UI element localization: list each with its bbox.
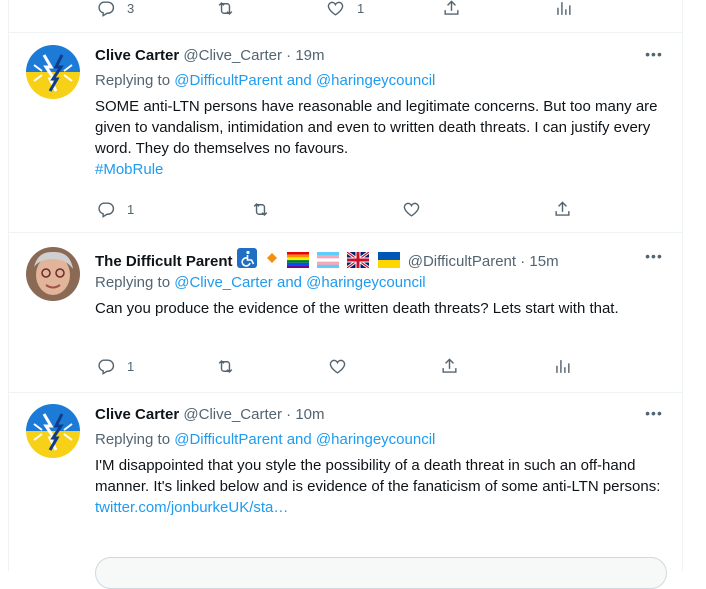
share-icon <box>442 357 457 373</box>
reply-count: 3 <box>127 0 135 16</box>
avatar[interactable] <box>26 247 80 301</box>
user-handle[interactable]: @DifficultParent <box>408 253 516 270</box>
reply-button[interactable]: 1 <box>96 198 134 220</box>
reply-count: 1 <box>127 358 135 374</box>
share-icon <box>444 0 459 15</box>
tweet-text-content: SOME anti-LTN persons have reasonable an… <box>95 98 658 157</box>
like-button[interactable] <box>328 355 347 377</box>
analytics-button[interactable] <box>554 0 573 19</box>
replying-to-link[interactable]: @DifficultParent and @haringeycouncil <box>174 72 435 89</box>
reply-button[interactable]: 1 <box>96 355 134 377</box>
tweet-header: Clive Carter @Clive_Carter · 10m <box>95 406 325 423</box>
retweet-button[interactable] <box>251 198 270 220</box>
heart-icon <box>327 1 344 16</box>
retweet-icon <box>218 1 233 15</box>
tweet-text: SOME anti-LTN persons have reasonable an… <box>95 96 665 180</box>
tweet-header: The Difficult Parent @DifficultParent · … <box>95 248 559 272</box>
orange-diamond-icon <box>266 253 277 263</box>
display-name[interactable]: Clive Carter <box>95 406 179 423</box>
divider <box>8 32 683 33</box>
hashtag-link[interactable]: #MobRule <box>95 161 163 178</box>
replying-to: Replying to @Clive_Carter and @haringeyc… <box>95 273 426 293</box>
divider <box>8 392 683 393</box>
reply-icon <box>98 201 115 218</box>
user-handle[interactable]: @Clive_Carter <box>183 406 282 423</box>
reply-icon <box>98 358 115 375</box>
retweet-icon <box>218 359 233 373</box>
tweet-text: Can you produce the evidence of the writ… <box>95 298 665 319</box>
like-button[interactable] <box>402 198 421 220</box>
more-options-icon[interactable]: ••• <box>640 248 668 268</box>
timestamp[interactable]: 15m <box>529 253 558 270</box>
tweet-text: I'M disappointed that you style the poss… <box>95 455 665 518</box>
tweet-text-content: I'M disappointed that you style the poss… <box>95 457 661 495</box>
reply-icon <box>98 0 115 17</box>
tweet-header: Clive Carter @Clive_Carter · 19m <box>95 47 325 64</box>
replying-to: Replying to @DifficultParent and @haring… <box>95 430 435 450</box>
heart-icon <box>403 202 420 217</box>
share-button[interactable] <box>440 355 459 377</box>
analytics-icon <box>557 1 571 15</box>
replying-to-link[interactable]: @DifficultParent and @haringeycouncil <box>174 431 435 448</box>
tweet-url-link[interactable]: twitter.com/jonburkeUK/sta… <box>95 499 288 516</box>
reply-count: 1 <box>127 201 135 217</box>
like-button[interactable]: 1 <box>326 0 364 19</box>
retweet-icon <box>253 202 268 216</box>
display-name[interactable]: The Difficult Parent <box>95 253 233 270</box>
profile-badges <box>236 248 408 270</box>
display-name[interactable]: Clive Carter <box>95 47 179 64</box>
ukraine-lightning-avatar-icon <box>26 404 80 458</box>
analytics-icon <box>556 359 570 373</box>
replying-to: Replying to @DifficultParent and @haring… <box>95 71 435 91</box>
ukraine-flag-icon <box>377 252 400 268</box>
replying-to-label: Replying to <box>95 72 171 89</box>
replying-to-link[interactable]: @Clive_Carter and @haringeycouncil <box>174 274 425 291</box>
share-icon <box>555 200 570 216</box>
divider <box>8 232 683 233</box>
replying-to-label: Replying to <box>95 431 171 448</box>
uk-flag-icon <box>347 252 370 268</box>
share-button[interactable] <box>442 0 461 19</box>
tweet-text-content: Can you produce the evidence of the writ… <box>95 300 619 317</box>
like-count: 1 <box>357 0 365 16</box>
retweet-button[interactable] <box>216 0 235 19</box>
reply-button[interactable]: 3 <box>96 0 134 19</box>
replying-to-label: Replying to <box>95 274 171 291</box>
transgender-flag-icon <box>317 252 340 268</box>
timestamp[interactable]: 19m <box>295 47 324 64</box>
user-handle[interactable]: @Clive_Carter <box>183 47 282 64</box>
avatar[interactable] <box>26 404 80 458</box>
timestamp[interactable]: 10m <box>295 406 324 423</box>
ukraine-lightning-avatar-icon <box>26 45 80 99</box>
more-options-icon[interactable]: ••• <box>640 405 668 425</box>
avatar[interactable] <box>26 45 80 99</box>
more-options-icon[interactable]: ••• <box>640 46 668 66</box>
rainbow-flag-icon <box>287 252 310 268</box>
share-button[interactable] <box>553 198 572 220</box>
person-photo-avatar-icon <box>26 247 80 301</box>
link-card-preview[interactable] <box>95 557 667 589</box>
analytics-button[interactable] <box>553 355 572 377</box>
retweet-button[interactable] <box>216 355 235 377</box>
heart-icon <box>329 359 346 374</box>
wheelchair-icon <box>236 248 257 268</box>
